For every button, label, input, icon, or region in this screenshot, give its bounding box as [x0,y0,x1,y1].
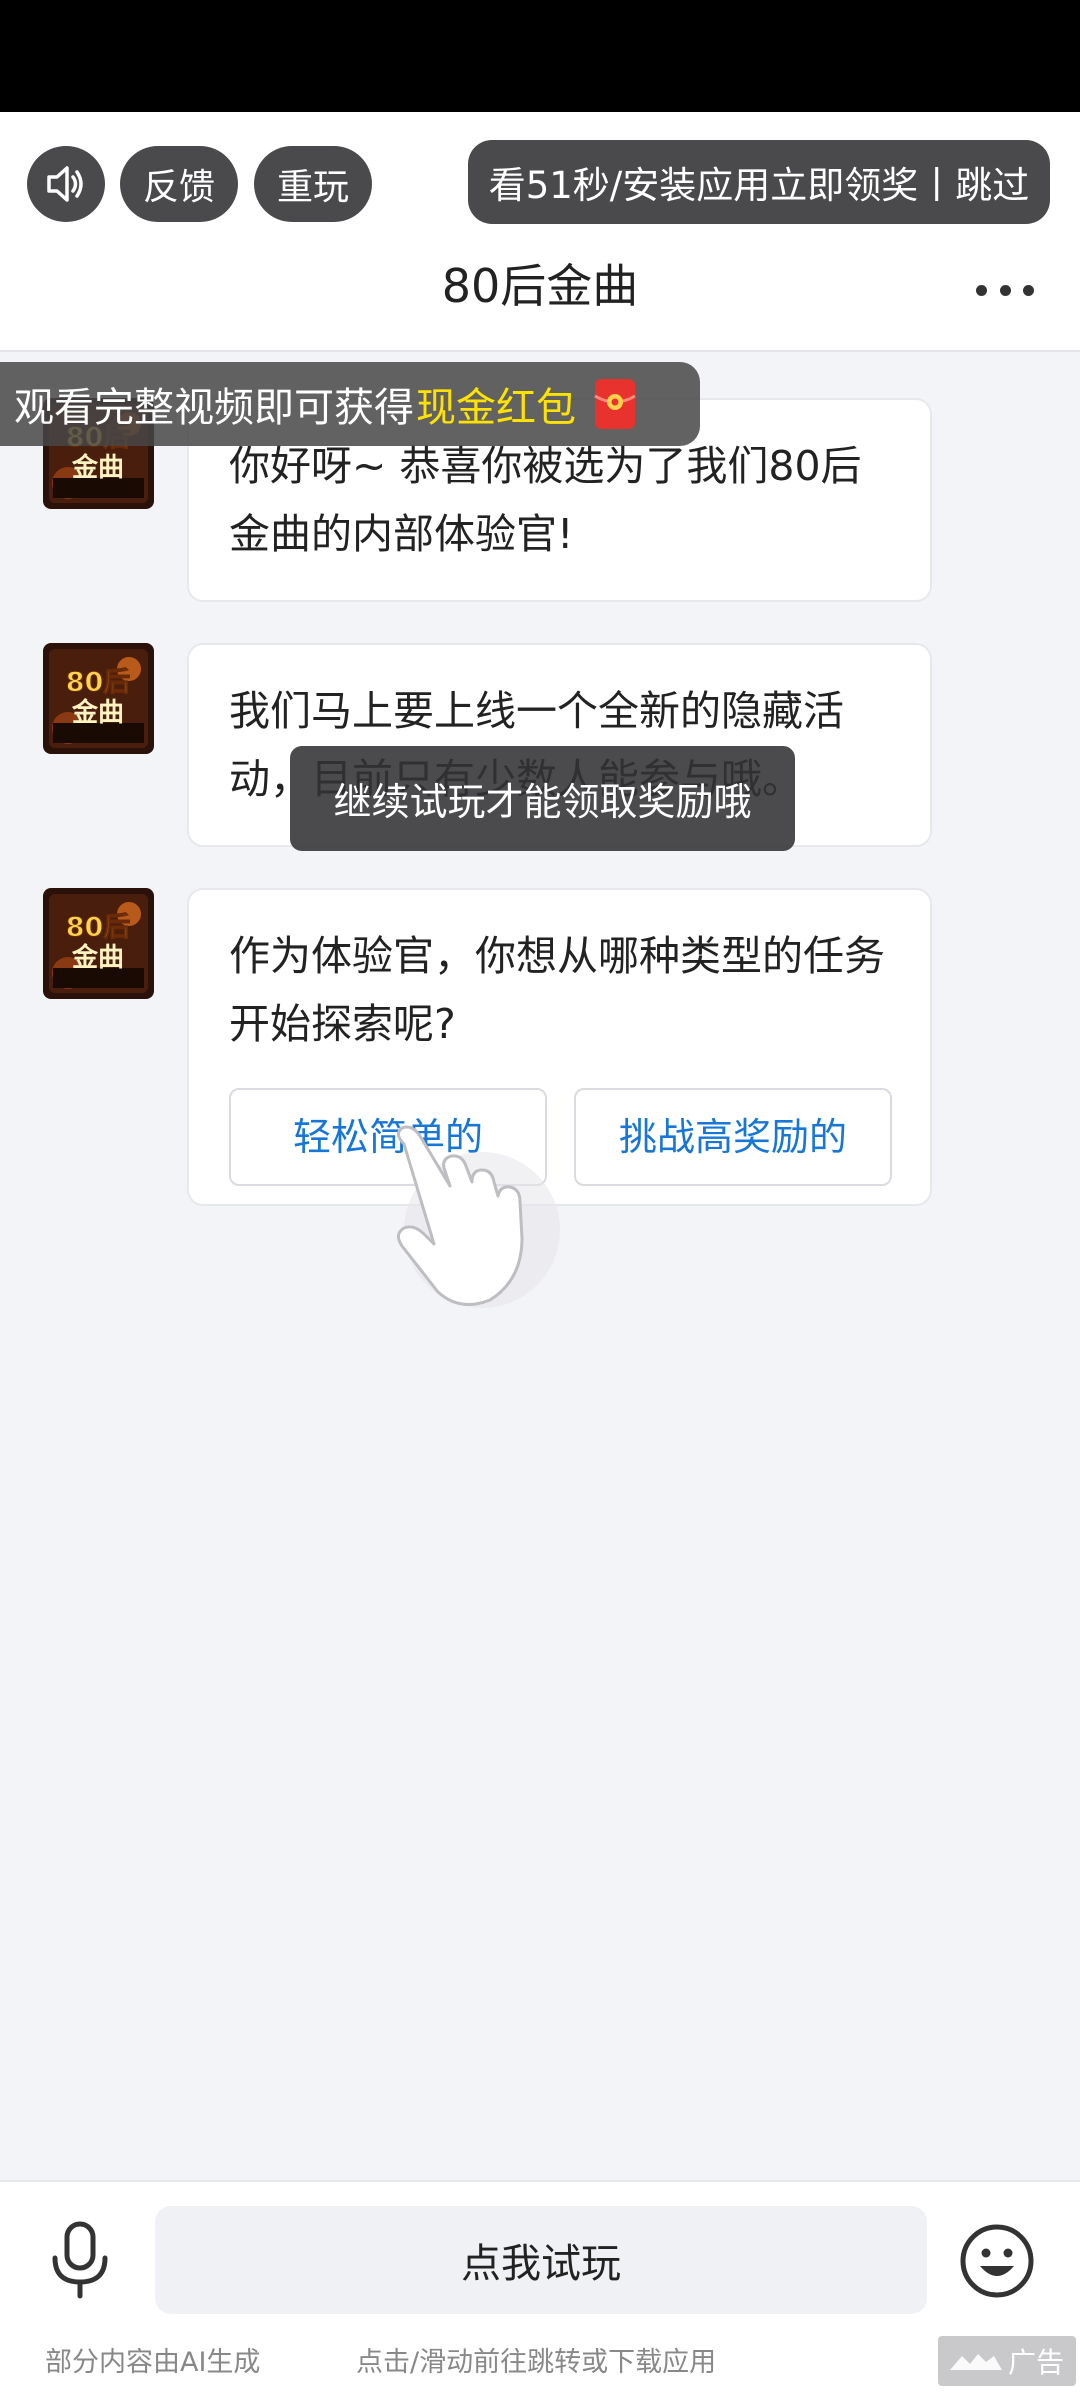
more-menu-icon[interactable] [976,270,1034,310]
pointing-hand-icon [397,1125,560,1308]
reward-skip-button[interactable]: 看51秒/安装应用立即领奖丨跳过 [468,140,1050,224]
bot-avatar: 80后 金曲 [43,888,154,999]
avatar-text-line1: 80后 [66,667,131,698]
banner-highlight: 现金红包 [416,385,576,431]
red-packet-icon [594,379,636,429]
speaker-icon [47,166,83,202]
challenge-task-button[interactable]: 挑战高奖励的 [574,1088,892,1186]
ad-label: 广告 [1007,2346,1064,2379]
ad-control-bar: 反馈 重玩 看51秒/安装应用立即领奖丨跳过 [0,138,1080,228]
avatar-text-line2: 金曲 [71,697,124,728]
bot-avatar: 80后 金曲 [43,643,154,754]
ai-disclaimer: 部分内容由AI生成 [45,2347,261,2378]
replay-button[interactable]: 重玩 [254,146,372,222]
ad-network-logo-icon [950,2354,1002,2370]
sound-toggle-button[interactable] [27,146,105,222]
banner-text: 观看完整视频即可获得 [14,385,414,431]
ad-badge: 广告 [938,2336,1076,2386]
emoji-icon[interactable] [958,2222,1036,2300]
avatar-text-line1: 80后 [66,912,131,943]
toast-message: 继续试玩才能领取奖励哦 [290,746,795,851]
jump-hint: 点击/滑动前往跳转或下载应用 [356,2347,717,2378]
avatar-text-line2: 金曲 [71,452,124,483]
microphone-icon[interactable] [45,2220,115,2300]
try-play-button[interactable]: 点我试玩 [155,2206,927,2314]
message-text: 作为体验官，你想从哪种类型的任务开始探索呢? [229,932,885,1048]
avatar-text-line2: 金曲 [71,942,124,973]
header-divider [0,350,1080,352]
page-title: 80后金曲 [441,259,639,313]
status-bar [0,0,1080,112]
feedback-button[interactable]: 反馈 [120,146,238,222]
cash-reward-banner: 观看完整视频即可获得 现金红包 [0,362,700,446]
